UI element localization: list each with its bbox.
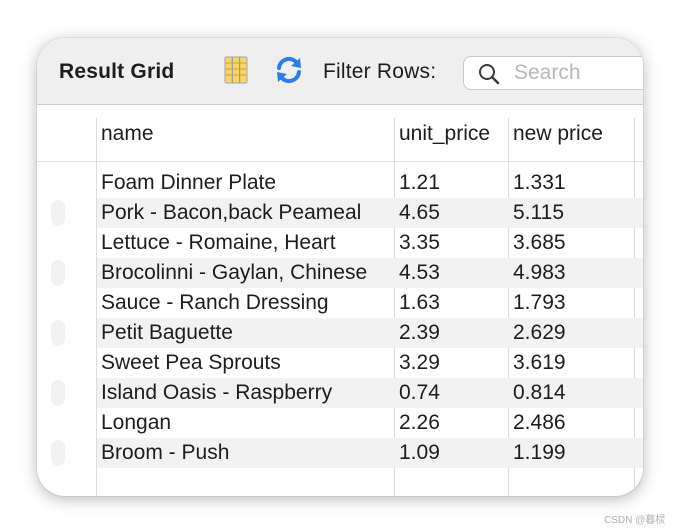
table-row[interactable]: Brocolinni - Gaylan, Chinese 4.53 4.983 <box>37 258 643 288</box>
row-selector[interactable] <box>51 318 95 348</box>
cell-unit-price[interactable]: 1.09 <box>399 441 440 465</box>
table-header: name unit_price new price <box>37 106 643 162</box>
row-selector[interactable] <box>51 438 95 468</box>
cell-unit-price[interactable]: 2.39 <box>399 321 440 345</box>
cell-name[interactable]: Island Oasis - Raspberry <box>101 381 332 405</box>
cell-unit-price[interactable]: 3.35 <box>399 231 440 255</box>
cell-name[interactable]: Foam Dinner Plate <box>101 171 276 195</box>
cell-new-price[interactable]: 4.983 <box>513 261 566 285</box>
cell-unit-price[interactable]: 3.29 <box>399 351 440 375</box>
refresh-icon[interactable] <box>273 54 303 86</box>
cell-new-price[interactable]: 0.814 <box>513 381 566 405</box>
search-input[interactable] <box>514 60 643 86</box>
result-grid-window: Result Grid Filter Rows: Search name uni… <box>37 38 643 496</box>
row-selector[interactable] <box>51 198 95 228</box>
table-row[interactable]: Broom - Push 1.09 1.199 <box>37 438 643 468</box>
row-selector[interactable] <box>51 258 95 288</box>
cell-name[interactable]: Lettuce - Romaine, Heart <box>101 231 336 255</box>
table-row[interactable]: Longan 2.26 2.486 <box>37 408 643 438</box>
cell-unit-price[interactable]: 0.74 <box>399 381 440 405</box>
cell-unit-price[interactable]: 4.53 <box>399 261 440 285</box>
row-selector[interactable] <box>51 288 95 318</box>
column-header-unit-price[interactable]: unit_price <box>399 122 490 146</box>
row-selector[interactable] <box>51 408 95 438</box>
table-row[interactable]: Island Oasis - Raspberry 0.74 0.814 <box>37 378 643 408</box>
result-table: name unit_price new price Foam Dinner Pl… <box>37 106 643 496</box>
search-icon <box>477 62 501 86</box>
table-row[interactable]: Foam Dinner Plate 1.21 1.331 <box>37 168 643 198</box>
table-row[interactable]: Sweet Pea Sprouts 3.29 3.619 <box>37 348 643 378</box>
grid-columns-icon[interactable] <box>221 54 251 86</box>
watermark: CSDN @暮棂 <box>604 515 666 526</box>
row-selector[interactable] <box>51 168 95 198</box>
toolbar: Result Grid Filter Rows: <box>37 38 643 105</box>
table-row[interactable]: Petit Baguette 2.39 2.629 <box>37 318 643 348</box>
cell-new-price[interactable]: 1.793 <box>513 291 566 315</box>
cell-new-price[interactable]: 2.629 <box>513 321 566 345</box>
cell-name[interactable]: Longan <box>101 411 171 435</box>
row-selector[interactable] <box>51 228 95 258</box>
cell-unit-price[interactable]: 1.21 <box>399 171 440 195</box>
cell-unit-price[interactable]: 4.65 <box>399 201 440 225</box>
filter-rows-label: Filter Rows: <box>323 60 437 83</box>
cell-unit-price[interactable]: 2.26 <box>399 411 440 435</box>
cell-new-price[interactable]: 1.331 <box>513 171 566 195</box>
column-header-new-price[interactable]: new price <box>513 122 603 146</box>
row-selector[interactable] <box>51 378 95 408</box>
cell-new-price[interactable]: 1.199 <box>513 441 566 465</box>
result-grid-title: Result Grid <box>59 60 175 83</box>
cell-new-price[interactable]: 2.486 <box>513 411 566 435</box>
cell-new-price[interactable]: 3.685 <box>513 231 566 255</box>
cell-unit-price[interactable]: 1.63 <box>399 291 440 315</box>
cell-name[interactable]: Broom - Push <box>101 441 229 465</box>
cell-name[interactable]: Petit Baguette <box>101 321 233 345</box>
column-header-name[interactable]: name <box>101 122 154 146</box>
cell-name[interactable]: Brocolinni - Gaylan, Chinese <box>101 261 367 285</box>
cell-name[interactable]: Sweet Pea Sprouts <box>101 351 281 375</box>
cell-name[interactable]: Sauce - Ranch Dressing <box>101 291 329 315</box>
row-selector[interactable] <box>51 348 95 378</box>
table-row[interactable]: Lettuce - Romaine, Heart 3.35 3.685 <box>37 228 643 258</box>
cell-name[interactable]: Pork - Bacon,back Peameal <box>101 201 361 225</box>
cell-new-price[interactable]: 5.115 <box>513 201 564 225</box>
search-field[interactable] <box>463 56 643 90</box>
cell-new-price[interactable]: 3.619 <box>513 351 566 375</box>
table-row[interactable]: Pork - Bacon,back Peameal 4.65 5.115 <box>37 198 643 228</box>
table-row[interactable]: Sauce - Ranch Dressing 1.63 1.793 <box>37 288 643 318</box>
